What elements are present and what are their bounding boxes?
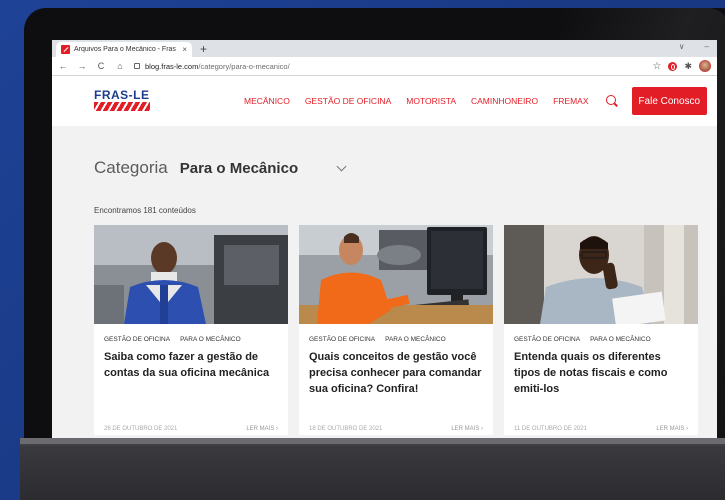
chevron-down-icon[interactable] (336, 161, 347, 171)
tag-para-o-mecanico[interactable]: PARA O MECÂNICO (590, 336, 651, 343)
profile-avatar[interactable] (699, 60, 711, 72)
tag-gestao-de-oficina[interactable]: GESTÃO DE OFICINA (104, 336, 170, 343)
read-more-link[interactable]: LER MAIS › (451, 426, 483, 432)
article-card[interactable]: GESTÃO DE OFICINA PARA O MECÂNICO Saiba … (94, 225, 288, 435)
lock-icon[interactable] (134, 63, 140, 69)
article-date: 26 DE OUTUBRO DE 2021 (104, 426, 178, 432)
site-header: FRAS-LE MECÂNICO GESTÃO DE OFICINA MOTOR… (52, 76, 717, 126)
nav-item-mecanico[interactable]: MECÂNICO (244, 96, 290, 106)
window-controls: ∨ – (679, 42, 709, 51)
reload-icon[interactable]: C (96, 61, 106, 71)
tag-gestao-de-oficina[interactable]: GESTÃO DE OFICINA (309, 336, 375, 343)
nav-item-fremax[interactable]: FREMAX (553, 96, 588, 106)
article-list: GESTÃO DE OFICINA PARA O MECÂNICO Saiba … (94, 225, 717, 435)
read-more-link[interactable]: LER MAIS › (656, 426, 688, 432)
url-domain: blog.fras-le.com (145, 61, 199, 71)
article-date: 11 DE OUTUBRO DE 2021 (514, 426, 587, 432)
fras-le-logo[interactable]: FRAS-LE (94, 89, 150, 113)
address-bar[interactable]: blog.fras-le.com/category/para-o-mecanic… (134, 59, 643, 73)
article-footer: 18 DE OUTUBRO DE 2021 LER MAIS › (309, 426, 483, 432)
logo-stripes (94, 102, 150, 111)
article-tags: GESTÃO DE OFICINA PARA O MECÂNICO (309, 336, 493, 343)
laptop-hinge (20, 438, 725, 444)
category-value[interactable]: Para o Mecânico (180, 160, 298, 177)
nav-item-gestao-de-oficina[interactable]: GESTÃO DE OFICINA (305, 96, 391, 106)
results-count: Encontramos 181 conteúdos (94, 206, 196, 215)
category-selector[interactable]: Categoria Para o Mecânico (94, 156, 717, 180)
fras-le-favicon-icon (61, 45, 70, 54)
back-icon[interactable]: ← (58, 61, 68, 71)
url-path: /category/para-o-mecanico/ (198, 61, 290, 71)
article-title[interactable]: Quais conceitos de gestão você precisa c… (309, 349, 483, 397)
logo-text: FRAS-LE (94, 88, 150, 102)
minimize-icon[interactable]: – (705, 42, 709, 51)
article-image-man-reading[interactable] (504, 225, 698, 324)
article-tags: GESTÃO DE OFICINA PARA O MECÂNICO (514, 336, 698, 343)
extension-area: ☆ ✱ (652, 60, 711, 72)
tag-para-o-mecanico[interactable]: PARA O MECÂNICO (180, 336, 241, 343)
bookmark-star-icon[interactable]: ☆ (652, 61, 661, 72)
nav-item-motorista[interactable]: MOTORISTA (406, 96, 456, 106)
contact-button[interactable]: Fale Conosco (631, 87, 707, 115)
article-card[interactable]: GESTÃO DE OFICINA PARA O MECÂNICO Quais … (299, 225, 493, 435)
tag-para-o-mecanico[interactable]: PARA O MECÂNICO (385, 336, 446, 343)
extensions-puzzle-icon[interactable]: ✱ (684, 61, 692, 72)
browser-tab[interactable]: Arquivos Para o Mecânico - Fras × (56, 42, 192, 57)
article-image-mechanic[interactable] (94, 225, 288, 324)
tab-search-icon[interactable]: ∨ (679, 42, 685, 51)
article-image-mechanic-computer[interactable] (299, 225, 493, 324)
article-tags: GESTÃO DE OFICINA PARA O MECÂNICO (104, 336, 288, 343)
main-content: Categoria Para o Mecânico Encontramos 18… (52, 156, 717, 435)
tab-title: Arquivos Para o Mecânico - Fras (74, 46, 176, 53)
category-label: Categoria (94, 158, 168, 177)
article-date: 18 DE OUTUBRO DE 2021 (309, 426, 383, 432)
main-nav: MECÂNICO GESTÃO DE OFICINA MOTORISTA CAM… (244, 96, 588, 106)
read-more-link[interactable]: LER MAIS › (246, 426, 278, 432)
new-tab-button[interactable]: + (200, 42, 207, 57)
article-title[interactable]: Saiba como fazer a gestão de contas da s… (104, 349, 278, 381)
article-footer: 11 DE OUTUBRO DE 2021 LER MAIS › (514, 426, 688, 432)
home-icon[interactable]: ⌂ (115, 61, 125, 71)
article-title[interactable]: Entenda quais os diferentes tipos de not… (514, 349, 688, 397)
forward-icon[interactable]: → (77, 61, 87, 71)
search-icon[interactable] (606, 95, 617, 107)
article-card[interactable]: GESTÃO DE OFICINA PARA O MECÂNICO Entend… (504, 225, 698, 435)
article-footer: 26 DE OUTUBRO DE 2021 LER MAIS › (104, 426, 278, 432)
browser-toolbar: ← → C ⌂ blog.fras-le.com/category/para-o… (52, 57, 717, 76)
browser-tabbar: Arquivos Para o Mecânico - Fras × + ∨ – (52, 40, 717, 57)
extension-icon[interactable] (668, 61, 678, 71)
nav-item-caminhoneiro[interactable]: CAMINHONEIRO (471, 96, 538, 106)
tag-gestao-de-oficina[interactable]: GESTÃO DE OFICINA (514, 336, 580, 343)
laptop-base (20, 438, 725, 500)
close-tab-icon[interactable]: × (182, 45, 187, 54)
laptop-screen: Arquivos Para o Mecânico - Fras × + ∨ – … (52, 40, 717, 438)
